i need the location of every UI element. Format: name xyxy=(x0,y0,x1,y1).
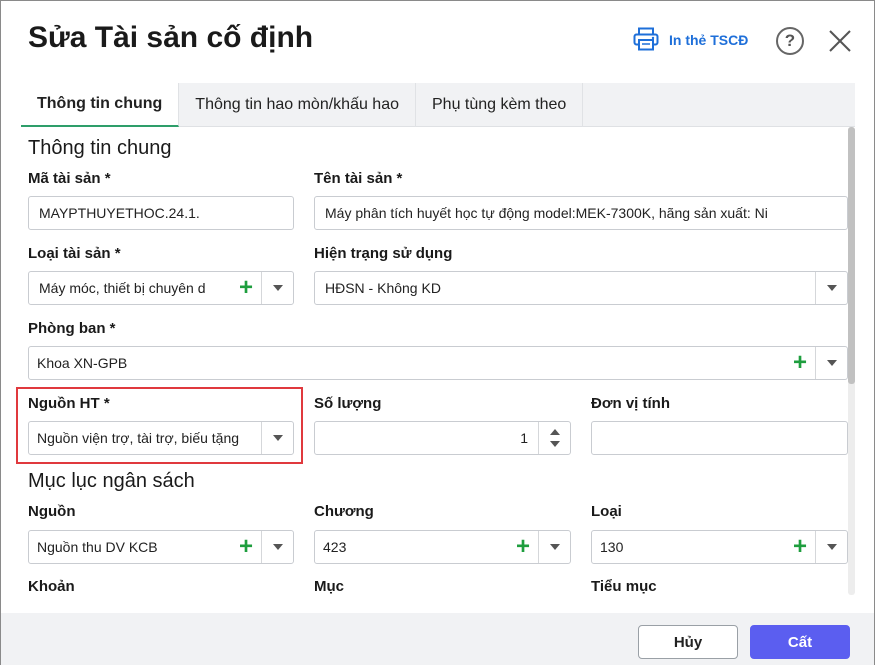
asset-code-field[interactable]: MAYPTHUYETHOC.24.1. xyxy=(28,196,294,230)
add-department-icon[interactable]: + xyxy=(785,347,815,379)
close-icon[interactable] xyxy=(827,28,853,54)
asset-name-field[interactable]: Máy phân tích huyết học tự động model:ME… xyxy=(314,196,848,230)
asset-type-value: Máy móc, thiết bị chuyên d xyxy=(39,280,206,296)
dialog-title: Sửa Tài sản cố định xyxy=(28,21,314,54)
quantity-value: 1 xyxy=(520,430,528,446)
quantity-label: Số lượng xyxy=(314,395,382,412)
add-budget-source-icon[interactable]: + xyxy=(231,531,261,563)
budget-source-label: Nguồn xyxy=(28,503,76,520)
content-scrollbar[interactable] xyxy=(848,127,855,595)
budget-section-title: Mục lục ngân sách xyxy=(28,470,195,492)
source-select[interactable]: Nguồn viện trợ, tài trợ, biếu tặng xyxy=(28,421,294,455)
tab-depreciation-info[interactable]: Thông tin hao mòn/khấu hao xyxy=(179,83,416,127)
department-value: Khoa XN-GPB xyxy=(37,355,128,371)
type-select[interactable]: 130 + xyxy=(591,530,848,564)
unit-field[interactable] xyxy=(591,421,848,455)
quantity-spin-buttons[interactable] xyxy=(538,422,570,454)
edit-asset-dialog: Sửa Tài sản cố định In thẻ TSCĐ ? Thông … xyxy=(0,0,875,665)
add-type-icon[interactable]: + xyxy=(785,531,815,563)
chapter-value: 423 xyxy=(323,539,347,555)
department-select[interactable]: Khoa XN-GPB + xyxy=(28,346,848,380)
print-card-label: In thẻ TSCĐ xyxy=(669,32,749,48)
chevron-down-icon[interactable] xyxy=(815,347,847,379)
usage-status-value: HĐSN - Không KD xyxy=(325,280,441,296)
chevron-down-icon[interactable] xyxy=(815,272,847,304)
tab-bar: Thông tin chung Thông tin hao mòn/khấu h… xyxy=(21,83,855,127)
chevron-down-icon[interactable] xyxy=(261,272,293,304)
type-label: Loại xyxy=(591,503,622,520)
asset-code-value: MAYPTHUYETHOC.24.1. xyxy=(39,205,200,221)
source-value: Nguồn viện trợ, tài trợ, biếu tặng xyxy=(37,430,240,446)
usage-status-select[interactable]: HĐSN - Không KD xyxy=(314,271,848,305)
section-label: Mục xyxy=(314,578,344,595)
cancel-button[interactable]: Hủy xyxy=(638,625,738,659)
quantity-stepper[interactable]: 1 xyxy=(314,421,571,455)
chevron-down-icon[interactable] xyxy=(261,531,293,563)
chapter-select[interactable]: 423 + xyxy=(314,530,571,564)
help-icon[interactable]: ? xyxy=(776,27,804,55)
scrollbar-thumb[interactable] xyxy=(848,127,855,384)
budget-source-select[interactable]: Nguồn thu DV KCB + xyxy=(28,530,294,564)
chevron-down-icon[interactable] xyxy=(261,422,293,454)
type-value: 130 xyxy=(600,539,624,555)
tab-accessories[interactable]: Phụ tùng kèm theo xyxy=(416,83,584,127)
add-chapter-icon[interactable]: + xyxy=(508,531,538,563)
asset-type-label: Loại tài sản * xyxy=(28,245,121,262)
asset-name-value: Máy phân tích huyết học tự động model:ME… xyxy=(325,205,768,221)
asset-code-label: Mã tài sản * xyxy=(28,170,111,187)
tab-general-info[interactable]: Thông tin chung xyxy=(21,83,180,127)
subsection-label: Tiểu mục xyxy=(591,578,657,595)
printer-icon xyxy=(633,27,659,54)
usage-status-label: Hiện trạng sử dụng xyxy=(314,245,453,262)
increment-icon[interactable] xyxy=(549,429,560,435)
dialog-footer xyxy=(1,613,874,665)
print-card-button[interactable]: In thẻ TSCĐ xyxy=(633,27,749,54)
chevron-down-icon[interactable] xyxy=(538,531,570,563)
decrement-icon[interactable] xyxy=(549,441,560,447)
chapter-label: Chương xyxy=(314,503,374,520)
unit-label: Đơn vị tính xyxy=(591,395,670,412)
asset-name-label: Tên tài sản * xyxy=(314,170,403,187)
general-section-title: Thông tin chung xyxy=(28,137,172,159)
save-button[interactable]: Cất xyxy=(750,625,850,659)
asset-type-select[interactable]: Máy móc, thiết bị chuyên d + xyxy=(28,271,294,305)
item-label: Khoản xyxy=(28,578,75,595)
source-label: Nguồn HT * xyxy=(28,395,110,412)
chevron-down-icon[interactable] xyxy=(815,531,847,563)
budget-source-value: Nguồn thu DV KCB xyxy=(37,539,158,555)
department-label: Phòng ban * xyxy=(28,320,116,337)
add-asset-type-icon[interactable]: + xyxy=(231,272,261,304)
